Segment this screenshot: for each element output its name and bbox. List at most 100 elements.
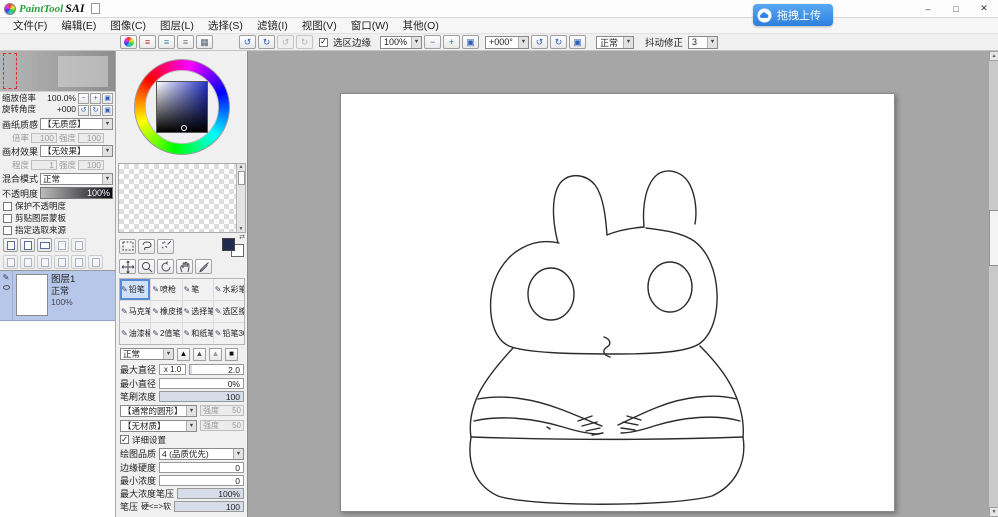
foreground-color-swatch[interactable] bbox=[222, 238, 235, 251]
protect-opacity-checkbox[interactable] bbox=[3, 202, 12, 211]
rotate-ccw-button[interactable]: ↺ bbox=[531, 35, 548, 49]
visibility-icon[interactable] bbox=[3, 285, 10, 290]
menu-edit[interactable]: 编辑(E) bbox=[54, 18, 103, 34]
brush-selection-eraser[interactable]: ✎选区擦 bbox=[214, 301, 244, 322]
canvas-workspace[interactable] bbox=[248, 51, 988, 517]
brush-watercolor[interactable]: ✎水彩笔 bbox=[214, 279, 244, 300]
menu-file[interactable]: 文件(F) bbox=[6, 18, 54, 34]
brush-edge-soft-icon[interactable]: ▲ bbox=[209, 348, 222, 361]
paper-strength-slider[interactable]: 100 bbox=[78, 133, 104, 143]
canvas[interactable] bbox=[340, 93, 895, 512]
selection-edge-checkbox[interactable]: ✓ bbox=[319, 38, 328, 47]
brush-pencil[interactable]: ✎铅笔 bbox=[120, 279, 150, 300]
canvas-vertical-scrollbar[interactable]: ▲ ▼ bbox=[988, 51, 998, 517]
nav-zoom-out-button[interactable]: − bbox=[78, 93, 89, 104]
opacity-slider[interactable]: 100% bbox=[40, 187, 113, 199]
paint-mode-combo[interactable]: 正常 ▼ bbox=[596, 36, 634, 49]
brush-pen[interactable]: ✎笔 bbox=[183, 279, 213, 300]
merge-down-button[interactable] bbox=[20, 255, 35, 269]
brush-edge-square-icon[interactable]: ■ bbox=[225, 348, 238, 361]
rotate-reset-button[interactable]: ▣ bbox=[569, 35, 586, 49]
copy-layer-button[interactable] bbox=[54, 238, 69, 252]
rect-select-tool[interactable] bbox=[119, 239, 136, 254]
new-layer-button[interactable] bbox=[3, 238, 18, 252]
rotate-cw-button[interactable]: ↻ bbox=[550, 35, 567, 49]
undo-button[interactable]: ↺ bbox=[239, 35, 256, 49]
magic-wand-tool[interactable] bbox=[157, 239, 174, 254]
zoom-tool[interactable] bbox=[138, 259, 155, 274]
min-density-slider[interactable]: 0 bbox=[159, 475, 244, 486]
delete-layer-button[interactable] bbox=[71, 255, 86, 269]
max-diameter-slider[interactable]: 2.0 bbox=[189, 364, 244, 375]
brush-binary-pen[interactable]: ✎2值笔 bbox=[151, 323, 181, 344]
lasso-tool[interactable] bbox=[138, 239, 155, 254]
clear-layer-button[interactable] bbox=[37, 255, 52, 269]
rgb-slider-panel-button[interactable]: ≡ bbox=[139, 35, 156, 49]
swatches-panel-button[interactable]: ▦ bbox=[196, 35, 213, 49]
redo-button[interactable]: ↻ bbox=[258, 35, 275, 49]
color-wheel-panel-button[interactable] bbox=[120, 35, 137, 49]
material-effect-dropdown[interactable]: 【无效果】 ▼ bbox=[40, 145, 113, 157]
paste-layer-button[interactable] bbox=[71, 238, 86, 252]
stabilizer-combo[interactable]: 3 ▼ bbox=[688, 36, 718, 49]
scrollbar-thumb[interactable] bbox=[238, 171, 245, 185]
paper-texture-dropdown[interactable]: 【无质感】 ▼ bbox=[40, 118, 113, 130]
swap-colors-icon[interactable]: ⇄ bbox=[239, 233, 245, 241]
new-layer-set-button[interactable] bbox=[37, 238, 52, 252]
fill-layer-button[interactable] bbox=[54, 255, 69, 269]
zoom-reset-button[interactable]: ▣ bbox=[462, 35, 479, 49]
menu-select[interactable]: 选择(S) bbox=[201, 18, 250, 34]
layer-item[interactable]: ✎ 图层1 正常 100% bbox=[0, 271, 115, 321]
upload-button[interactable]: 拖拽上传 bbox=[753, 4, 833, 26]
brush-edge-shape-dropdown[interactable]: 【通常的圆形】 ▼ bbox=[120, 405, 197, 417]
brush-bucket[interactable]: ✎油漆桶 bbox=[120, 323, 150, 344]
maximize-button[interactable]: □ bbox=[942, 0, 970, 17]
transfer-down-button[interactable] bbox=[3, 255, 18, 269]
sv-picker[interactable] bbox=[156, 81, 208, 133]
mixer-panel-button[interactable]: ≡ bbox=[177, 35, 194, 49]
paper-scale-slider[interactable]: 100 bbox=[31, 133, 57, 143]
angle-combo[interactable]: +000° ▼ bbox=[485, 36, 529, 49]
menu-view[interactable]: 视图(V) bbox=[295, 18, 344, 34]
nav-rotate-cw-button[interactable]: ↻ bbox=[90, 105, 101, 116]
menu-filter[interactable]: 滤镜(I) bbox=[250, 18, 295, 34]
quality-dropdown[interactable]: 4 (品质优先) ▼ bbox=[159, 448, 244, 460]
zoom-in-button[interactable]: + bbox=[443, 35, 460, 49]
history-back-button[interactable]: ↺ bbox=[277, 35, 294, 49]
minimize-button[interactable]: – bbox=[914, 0, 942, 17]
hand-tool[interactable] bbox=[176, 259, 193, 274]
new-vector-layer-button[interactable] bbox=[20, 238, 35, 252]
brush-eraser[interactable]: ✎橡皮擦 bbox=[151, 301, 181, 322]
nav-rotate-ccw-button[interactable]: ↺ bbox=[78, 105, 89, 116]
brush-paper-pen[interactable]: ✎和纸笔 bbox=[183, 323, 213, 344]
effect-level-slider[interactable]: 1 bbox=[31, 160, 57, 170]
advanced-settings-checkbox[interactable]: ✓ bbox=[120, 435, 129, 444]
nav-zoom-in-button[interactable]: + bbox=[90, 93, 101, 104]
paint-target-icon[interactable]: ✎ bbox=[3, 273, 10, 282]
hsv-slider-panel-button[interactable]: ≡ bbox=[158, 35, 175, 49]
menu-layer[interactable]: 图层(L) bbox=[153, 18, 201, 34]
edge-shape-strength-slider[interactable]: 强度 50 bbox=[200, 405, 244, 416]
sv-cursor[interactable] bbox=[181, 125, 187, 131]
zoom-out-button[interactable]: − bbox=[424, 35, 441, 49]
move-tool[interactable] bbox=[119, 259, 136, 274]
brush-selection-pen[interactable]: ✎选择笔 bbox=[183, 301, 213, 322]
blend-mode-dropdown[interactable]: 正常 ▼ bbox=[40, 173, 113, 185]
menu-others[interactable]: 其他(O) bbox=[396, 18, 446, 34]
scroll-down-icon[interactable]: ▼ bbox=[989, 507, 998, 517]
brush-blend-dropdown[interactable]: 正常 ▼ bbox=[120, 348, 174, 360]
scroll-down-icon[interactable]: ▼ bbox=[239, 226, 244, 232]
brush-edge-hard-icon[interactable]: ▲ bbox=[177, 348, 190, 361]
brush-airbrush[interactable]: ✎喷枪 bbox=[151, 279, 181, 300]
scrollbar-thumb[interactable] bbox=[989, 210, 998, 266]
nav-zoom-reset-button[interactable]: ▣ bbox=[102, 93, 113, 104]
history-forward-button[interactable]: ↻ bbox=[296, 35, 313, 49]
edge-hardness-slider[interactable]: 0 bbox=[159, 462, 244, 473]
navigator-viewport-rect[interactable] bbox=[3, 53, 17, 89]
rotate-view-tool[interactable] bbox=[157, 259, 174, 274]
scroll-up-icon[interactable]: ▲ bbox=[989, 51, 998, 61]
pen-pressure-slider[interactable]: 100 bbox=[174, 501, 244, 512]
navigator-thumbnail[interactable] bbox=[0, 51, 115, 92]
menu-image[interactable]: 图像(C) bbox=[103, 18, 153, 34]
brush-marker[interactable]: ✎马克笔 bbox=[120, 301, 150, 322]
